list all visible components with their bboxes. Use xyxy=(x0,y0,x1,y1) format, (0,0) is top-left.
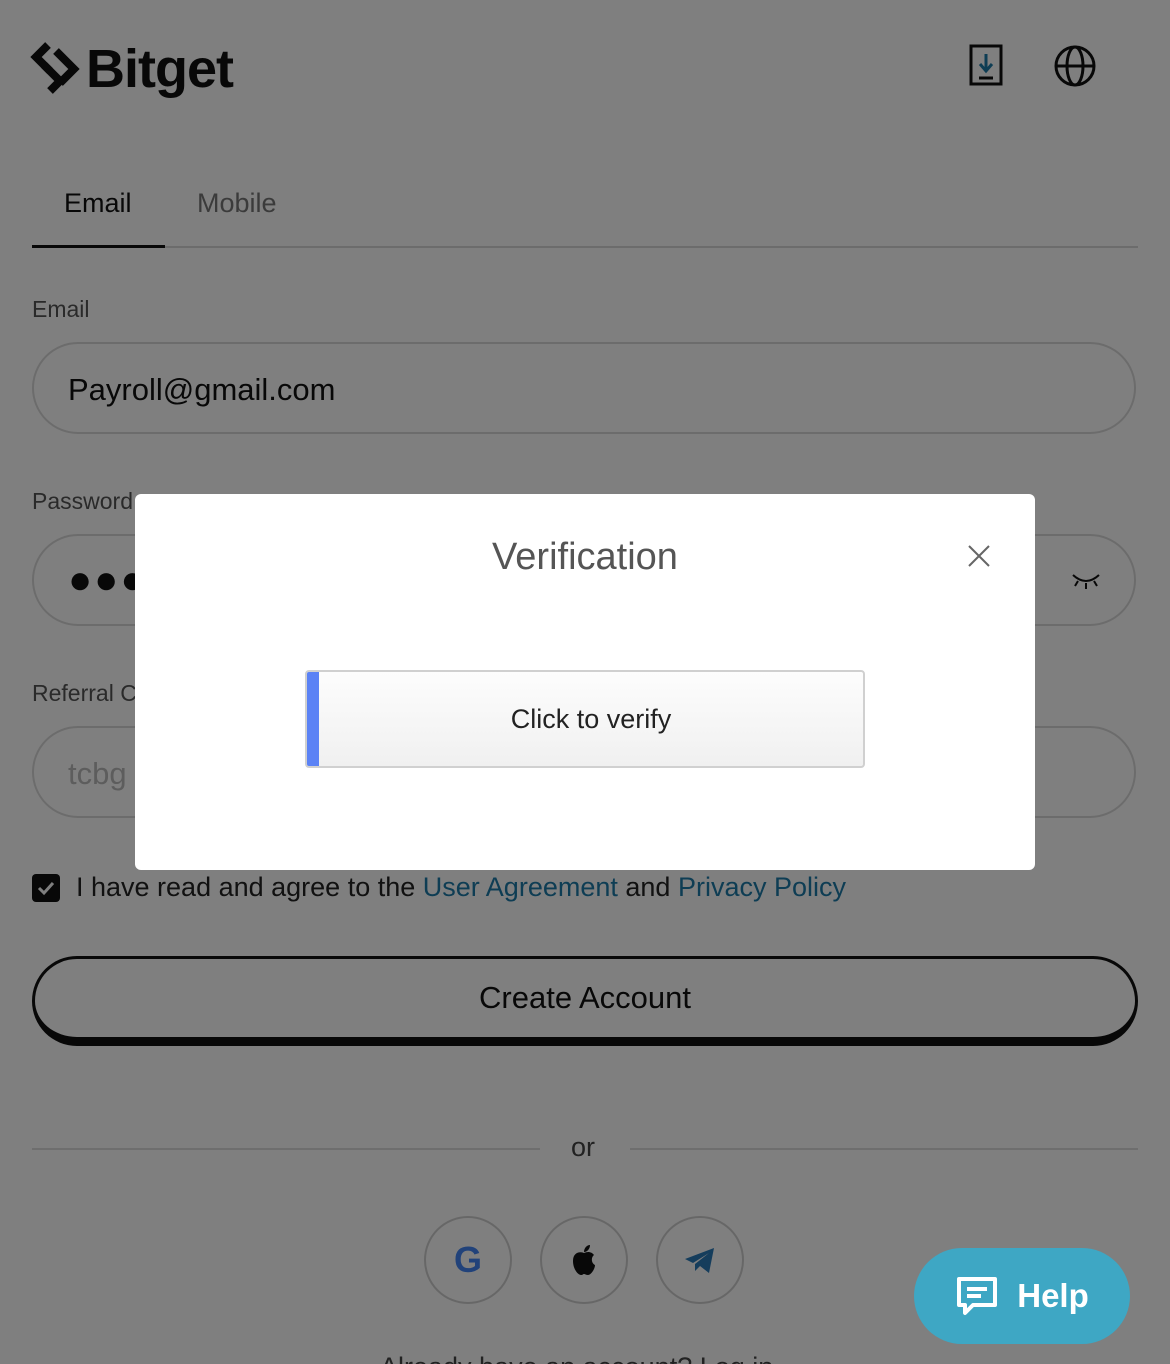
modal-title: Verification xyxy=(492,536,678,578)
help-label: Help xyxy=(1017,1277,1089,1314)
close-icon[interactable] xyxy=(965,542,993,570)
verification-modal: Verification Click to verify xyxy=(135,494,1035,870)
help-button[interactable]: Help xyxy=(914,1248,1130,1344)
verify-label: Click to verify xyxy=(510,704,672,734)
signup-page: Bitget Email Mobile Email Payroll@gmail.… xyxy=(0,0,1170,1364)
chat-icon xyxy=(957,1277,998,1315)
click-to-verify-button[interactable]: Click to verify xyxy=(305,670,865,768)
verify-accent-bar xyxy=(307,672,319,766)
